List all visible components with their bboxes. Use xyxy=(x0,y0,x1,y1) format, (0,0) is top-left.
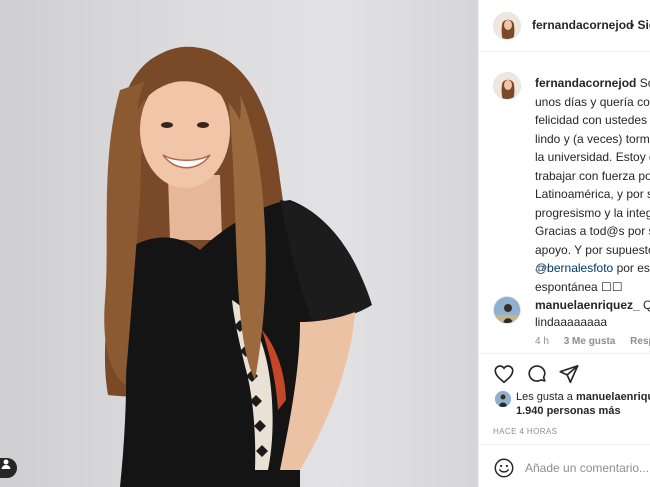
likes-prefix: Les gusta a xyxy=(516,391,576,403)
caption-line: lindo y (a veces) tormen xyxy=(535,131,650,146)
liker-avatar[interactable] xyxy=(495,391,511,407)
caption-line: apoyo. Y por supuesto xyxy=(535,242,650,257)
comment-body: Que xyxy=(640,298,650,312)
liker-username[interactable]: manuelaenriqu xyxy=(576,391,650,403)
likes-others-link[interactable]: 1.940 personas más xyxy=(516,405,621,417)
comment-input[interactable] xyxy=(525,458,650,478)
caption-line: la universidad. Estoy di xyxy=(535,150,650,164)
avatar-image xyxy=(494,297,520,323)
comment-timestamp[interactable]: 4 h xyxy=(535,336,549,347)
commenter-username[interactable]: manuelaenriquez_ xyxy=(535,298,640,312)
caption-line: Gracias a tod@s por su xyxy=(535,224,650,238)
post-photo[interactable] xyxy=(0,0,478,487)
avatar-image xyxy=(494,73,520,99)
caption-line: felicidad con ustedes d xyxy=(535,113,650,127)
author-avatar[interactable] xyxy=(493,12,521,40)
post-timestamp[interactable]: HACE 4 HORAS xyxy=(493,427,557,436)
avatar-image xyxy=(495,391,511,407)
post-side-panel: fernandacornejod • Sig fernandacornejod … xyxy=(478,0,650,487)
comment-body-line2: lindaaaaaaaa xyxy=(535,315,608,329)
caption-line-text: Soy xyxy=(639,76,650,90)
heart-icon[interactable] xyxy=(493,363,515,385)
caption-line: unos días y quería com xyxy=(535,94,650,109)
author-username[interactable]: fernandacornejod xyxy=(532,18,633,32)
likes-summary: Les gusta a manuelaenriqu xyxy=(516,390,650,405)
caption-line: trabajar con fuerza por xyxy=(535,168,650,183)
paper-plane-icon[interactable] xyxy=(558,363,580,385)
commenter-avatar[interactable] xyxy=(493,296,521,324)
caption-line: @bernalesfoto por esta xyxy=(535,259,650,278)
caption-username[interactable]: fernandacornejod xyxy=(535,76,636,90)
add-comment-bar xyxy=(479,444,650,487)
photo-illustration xyxy=(104,46,372,487)
post-header: fernandacornejod • Sig xyxy=(479,0,650,52)
user-tag-icon xyxy=(1,459,11,469)
comment-text: manuelaenriquez_ Que lindaaaaaaaa xyxy=(535,297,650,331)
caption-line: progresismo y la integr xyxy=(535,205,650,220)
avatar-image xyxy=(494,13,520,39)
caption-line: Latinoamérica, y por su xyxy=(535,187,650,201)
caption-author-avatar[interactable] xyxy=(493,72,521,100)
caption-text: fernandacornejod Soy unos días y quería … xyxy=(535,74,650,296)
caption-line-text: por esta xyxy=(616,261,650,275)
caption-line: fernandacornejod Soy xyxy=(535,74,650,93)
follow-button[interactable]: • Sig xyxy=(630,18,650,32)
caption-timestamp[interactable]: 4 h xyxy=(535,264,549,275)
reply-button[interactable]: Respon xyxy=(630,336,650,347)
comment-meta: 4 h 3 Me gusta Respon xyxy=(535,336,650,347)
comment-bubble-icon[interactable] xyxy=(526,363,548,385)
comment-likes-count[interactable]: 3 Me gusta xyxy=(564,336,616,347)
emoji-smile-icon[interactable] xyxy=(493,457,515,479)
caption-line: espontánea ☐☐ xyxy=(535,279,623,294)
